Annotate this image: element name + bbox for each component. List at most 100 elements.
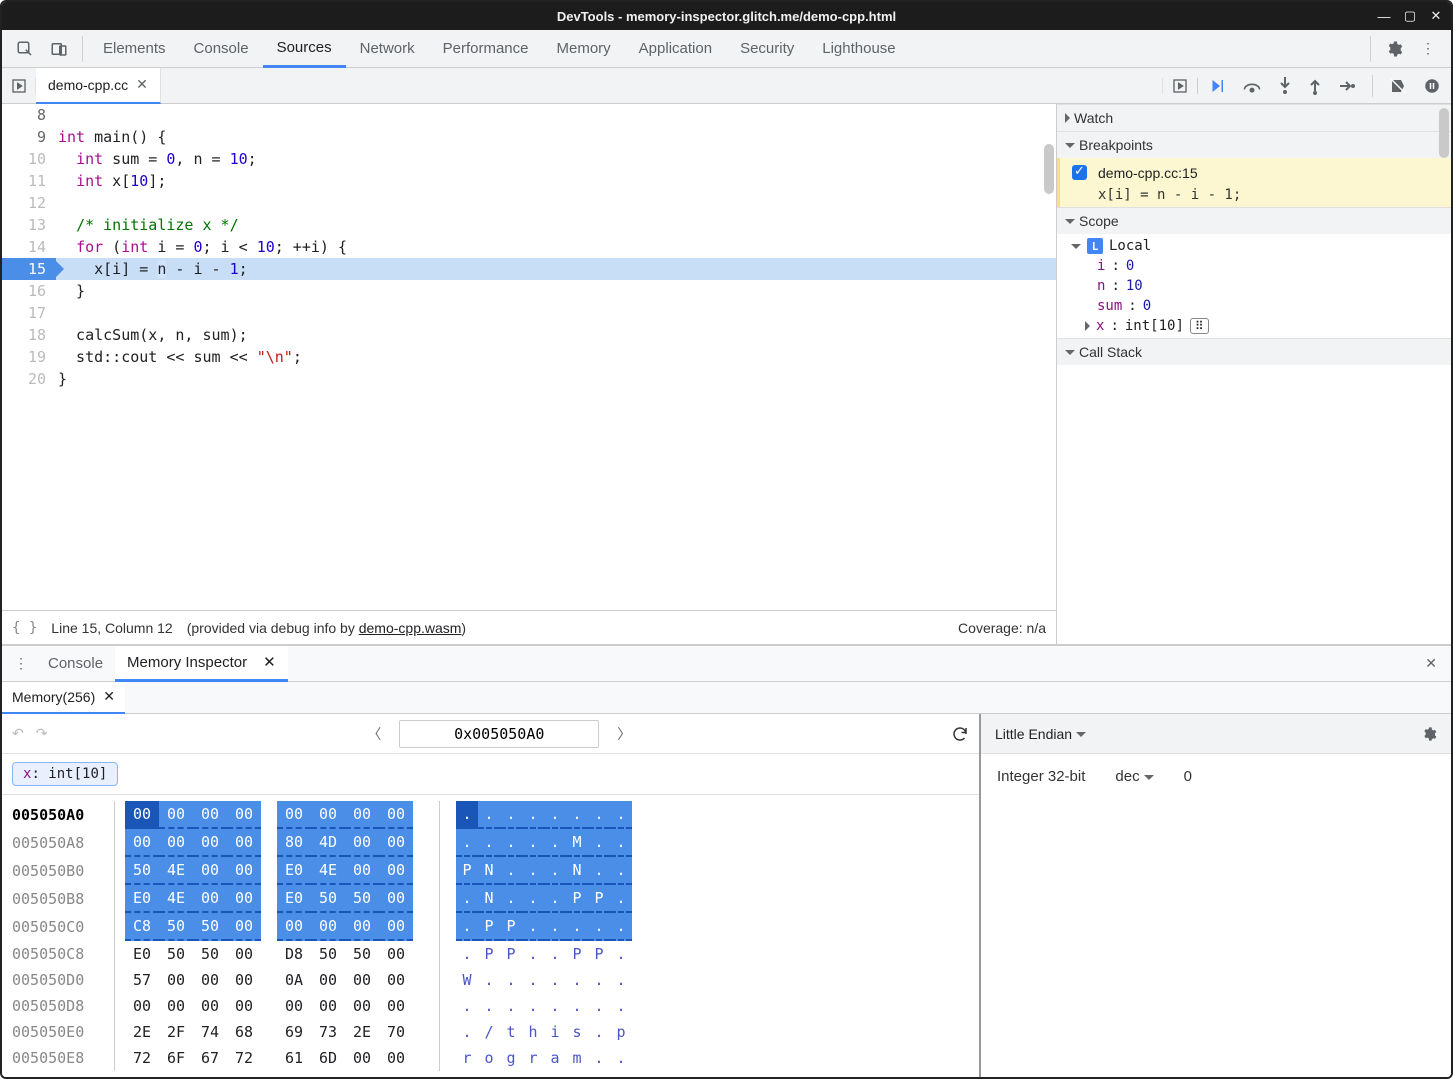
titlebar: DevTools - memory-inspector.glitch.me/de…	[2, 2, 1451, 30]
memory-row[interactable]: 005050B0504E0000E04E0000PN...N..	[12, 857, 969, 885]
panel-tab-security[interactable]: Security	[726, 30, 808, 68]
panel-tab-lighthouse[interactable]: Lighthouse	[808, 30, 909, 68]
code-editor[interactable]: 89int main() {10 int sum = 0, n = 10;11 …	[2, 104, 1056, 610]
window-close-icon[interactable]: ✕	[1429, 9, 1443, 23]
step-into-icon[interactable]	[1278, 77, 1292, 95]
debugger-sidebar: Watch Breakpoints demo-cpp.cc:15 x[i] = …	[1057, 104, 1451, 644]
code-line[interactable]: 12	[2, 192, 1056, 214]
file-tab-label: demo-cpp.cc	[48, 77, 128, 93]
scope-local[interactable]: LLocal	[1063, 236, 1445, 256]
settings-icon[interactable]	[1377, 30, 1411, 68]
window-minimize-icon[interactable]: —	[1377, 9, 1391, 23]
close-icon[interactable]: ✕	[263, 653, 276, 671]
undo-icon[interactable]: ↶	[12, 725, 24, 742]
memory-row[interactable]: 005050D0570000000A000000W.......	[12, 967, 969, 993]
redo-icon[interactable]: ↷	[36, 725, 48, 742]
panel-tab-elements[interactable]: Elements	[89, 30, 180, 68]
scrollbar[interactable]	[1439, 108, 1449, 158]
memory-row[interactable]: 005050E8726F6772616D0000rogram..	[12, 1045, 969, 1071]
pretty-print-icon[interactable]: { }	[12, 620, 37, 636]
code-line[interactable]: 15 x[i] = n - i - 1;	[2, 258, 1056, 280]
memory-row[interactable]: 005050A00000000000000000........	[12, 801, 969, 829]
memory-row[interactable]: 005050E02E2F746869732E70./this.p	[12, 1019, 969, 1045]
scope-var[interactable]: i: 0	[1063, 256, 1445, 276]
cursor-position: Line 15, Column 12	[51, 620, 172, 636]
watch-section-header[interactable]: Watch	[1057, 105, 1451, 131]
code-line[interactable]: 19 std::cout << sum << "\n";	[2, 346, 1056, 368]
memory-buffer-tab[interactable]: Memory(256) ✕	[2, 682, 125, 714]
panel-tab-performance[interactable]: Performance	[429, 30, 543, 68]
code-line[interactable]: 10 int sum = 0, n = 10;	[2, 148, 1056, 170]
scope-var[interactable]: sum: 0	[1063, 296, 1445, 316]
close-icon[interactable]: ✕	[136, 76, 148, 93]
value-interpreter-header: Little Endian	[981, 714, 1451, 754]
breakpoints-section-header[interactable]: Breakpoints	[1057, 132, 1451, 158]
settings-icon[interactable]	[1421, 726, 1437, 742]
value-base-select[interactable]: dec	[1115, 768, 1153, 785]
memory-row[interactable]: 005050B8E04E0000E0505000.N...PP.	[12, 885, 969, 913]
memory-toolbar: ↶ ↷ 〈 〉	[2, 714, 979, 754]
scope-var[interactable]: x: int[10] ⠿	[1063, 316, 1445, 336]
scope-var[interactable]: n: 10	[1063, 276, 1445, 296]
panel-tab-application[interactable]: Application	[625, 30, 726, 68]
device-toggle-icon[interactable]	[42, 30, 76, 68]
prev-page-icon[interactable]: 〈	[367, 724, 381, 744]
breakpoint-checkbox[interactable]	[1072, 165, 1087, 180]
memory-hex-view[interactable]: 005050A00000000000000000........005050A8…	[2, 795, 979, 1077]
memory-highlight-chip[interactable]: x: int[10]	[12, 762, 118, 786]
scope-section-header[interactable]: Scope	[1057, 208, 1451, 234]
navigator-toggle-icon[interactable]	[2, 78, 36, 94]
code-line[interactable]: 18 calcSum(x, n, sum);	[2, 324, 1056, 346]
memory-row[interactable]: 005050D80000000000000000........	[12, 993, 969, 1019]
deactivate-breakpoints-icon[interactable]	[1389, 77, 1407, 95]
inspect-icon[interactable]	[8, 30, 42, 68]
value-type-label: Integer 32-bit	[997, 768, 1085, 785]
close-icon[interactable]: ✕	[103, 688, 115, 705]
code-line[interactable]: 8	[2, 104, 1056, 126]
source-map-link[interactable]: demo-cpp.wasm	[359, 620, 462, 636]
resume-sidebar-toggle-icon[interactable]	[1162, 78, 1198, 94]
panel-tab-sources[interactable]: Sources	[263, 30, 346, 68]
memory-row[interactable]: 005050C8E0505000D8505000.PP..PP.	[12, 941, 969, 967]
kebab-menu-icon[interactable]: ⋮	[1411, 30, 1445, 68]
step-icon[interactable]	[1338, 79, 1356, 93]
next-page-icon[interactable]: 〉	[617, 724, 631, 744]
code-line[interactable]: 13 /* initialize x */	[2, 214, 1056, 236]
drawer-tab-memory-inspector[interactable]: Memory Inspector✕	[115, 646, 288, 682]
local-badge-icon: L	[1087, 238, 1103, 254]
breakpoint-code: x[i] = n - i - 1;	[1068, 183, 1443, 203]
code-line[interactable]: 20}	[2, 368, 1056, 390]
window-maximize-icon[interactable]: ▢	[1403, 9, 1417, 23]
devtools-window: DevTools - memory-inspector.glitch.me/de…	[0, 0, 1453, 1079]
interpreted-value: 0	[1184, 768, 1192, 785]
debugger-controls	[1198, 68, 1451, 103]
code-line[interactable]: 16 }	[2, 280, 1056, 302]
memory-address-input[interactable]	[399, 720, 599, 748]
step-out-icon[interactable]	[1308, 77, 1322, 95]
panel-tab-console[interactable]: Console	[180, 30, 263, 68]
endianness-select[interactable]: Little Endian	[995, 726, 1086, 742]
resume-icon[interactable]	[1208, 77, 1226, 95]
drawer-close-icon[interactable]: ✕	[1417, 655, 1445, 672]
callstack-section-header[interactable]: Call Stack	[1057, 339, 1451, 365]
pause-exceptions-icon[interactable]	[1423, 77, 1441, 95]
panel-tabbar: ElementsConsoleSourcesNetworkPerformance…	[2, 30, 1451, 68]
kebab-menu-icon[interactable]: ⋮	[8, 655, 34, 672]
memory-row[interactable]: 005050C0C850500000000000.PP.....	[12, 913, 969, 941]
memory-row[interactable]: 005050A800000000804D0000.....M..	[12, 829, 969, 857]
value-interpreter-row: Integer 32-bit dec 0	[981, 754, 1451, 799]
step-over-icon[interactable]	[1242, 78, 1262, 94]
panel-tab-network[interactable]: Network	[346, 30, 429, 68]
code-line[interactable]: 11 int x[10];	[2, 170, 1056, 192]
panel-tab-memory[interactable]: Memory	[543, 30, 625, 68]
drawer: ⋮ ConsoleMemory Inspector✕ ✕ Memory(256)…	[2, 644, 1451, 1077]
scrollbar[interactable]	[1044, 144, 1054, 194]
code-line[interactable]: 17	[2, 302, 1056, 324]
code-line[interactable]: 9int main() {	[2, 126, 1056, 148]
drawer-tab-console[interactable]: Console	[36, 646, 115, 682]
breakpoint-item[interactable]: demo-cpp.cc:15 x[i] = n - i - 1;	[1057, 158, 1451, 207]
reveal-in-memory-icon[interactable]: ⠿	[1190, 318, 1209, 334]
code-line[interactable]: 14 for (int i = 0; i < 10; ++i) {	[2, 236, 1056, 258]
refresh-icon[interactable]	[951, 725, 969, 743]
source-file-tab[interactable]: demo-cpp.cc ✕	[36, 68, 161, 104]
